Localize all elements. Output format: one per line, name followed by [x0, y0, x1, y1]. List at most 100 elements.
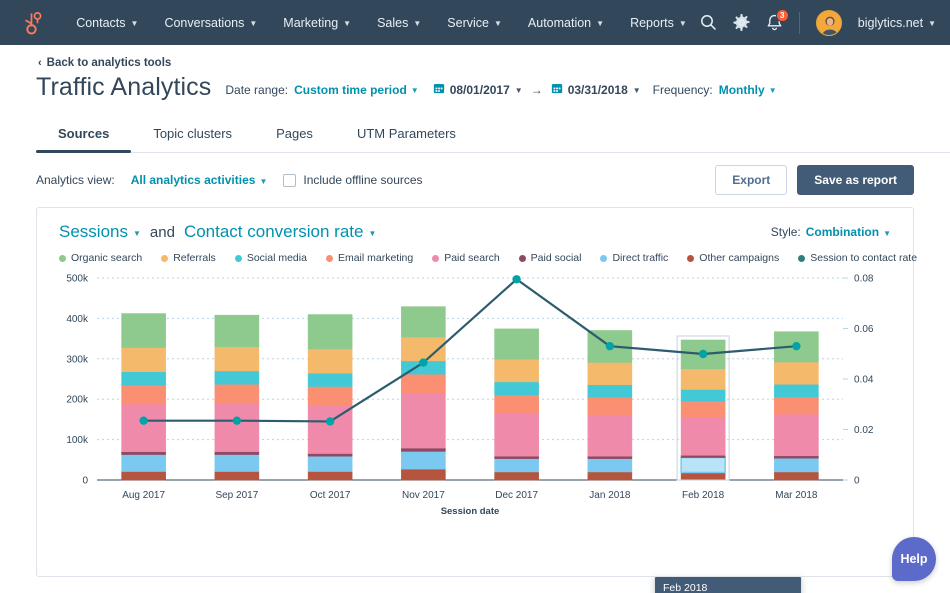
bar-segment[interactable]: [587, 471, 633, 481]
line-data-point[interactable]: [698, 349, 708, 359]
bar-segment[interactable]: [680, 472, 726, 481]
nav-item-sales[interactable]: Sales ▼: [364, 10, 434, 36]
bar-segment[interactable]: [494, 455, 539, 459]
line-data-point[interactable]: [139, 416, 148, 425]
combination-chart[interactable]: 0 100k 200k 300k 400k 500k 0 0.02 0.04 0.06 0.08 Au…: [37, 268, 913, 523]
bar-segment[interactable]: [680, 456, 726, 474]
bar-group[interactable]: [214, 314, 260, 481]
secondary-metric-select[interactable]: Contact conversion rate ▼: [184, 222, 376, 242]
bar-segment[interactable]: [401, 373, 446, 394]
tab-pages[interactable]: Pages: [254, 118, 335, 152]
bar-segment[interactable]: [401, 306, 446, 338]
nav-item-service[interactable]: Service ▼: [434, 10, 515, 36]
bar-segment[interactable]: [494, 381, 539, 396]
bar-segment[interactable]: [214, 346, 260, 372]
bar-segment[interactable]: [307, 348, 353, 374]
bar-group[interactable]: [121, 313, 166, 481]
bar-segment[interactable]: [494, 328, 539, 360]
bar-segment[interactable]: [214, 451, 260, 455]
hubspot-sprocket-icon[interactable]: [14, 11, 49, 35]
bar-segment[interactable]: [307, 386, 353, 406]
bar-segment[interactable]: [214, 471, 260, 481]
bar-segment[interactable]: [121, 371, 166, 386]
legend-item-email-marketing[interactable]: Email marketing: [325, 252, 413, 264]
export-button[interactable]: Export: [715, 165, 788, 195]
bar-segment[interactable]: [494, 471, 539, 481]
bar-segment[interactable]: [401, 451, 446, 470]
bar-segment[interactable]: [587, 414, 633, 457]
avatar[interactable]: [815, 9, 842, 36]
line-data-point[interactable]: [792, 341, 801, 351]
bar-segment[interactable]: [307, 453, 353, 457]
bar-segment[interactable]: [680, 454, 726, 458]
back-to-analytics-tools-link[interactable]: ‹ Back to analytics tools: [38, 57, 171, 69]
legend-item-other-campaigns[interactable]: Other campaigns: [687, 252, 779, 264]
bar-segment[interactable]: [214, 402, 260, 453]
bar-segment[interactable]: [494, 394, 539, 413]
notifications-bell-icon[interactable]: 3: [766, 8, 789, 32]
style-select[interactable]: Combination ▼: [806, 225, 891, 239]
bar-segment[interactable]: [214, 383, 260, 404]
bar-group[interactable]: [587, 330, 633, 481]
bar-segment[interactable]: [587, 384, 633, 398]
bar-segment[interactable]: [494, 458, 539, 473]
bar-segment[interactable]: [587, 455, 633, 459]
end-date-picker[interactable]: 03/31/2018 ▼: [551, 82, 641, 97]
bar-segment[interactable]: [121, 403, 166, 453]
bar-segment[interactable]: [587, 362, 633, 385]
bar-segment[interactable]: [774, 413, 819, 457]
line-data-point[interactable]: [232, 416, 242, 425]
bar-segment[interactable]: [214, 370, 260, 385]
legend-item-paid-social[interactable]: Paid social: [518, 252, 581, 264]
bar-segment[interactable]: [307, 471, 353, 481]
legend-item-referrals[interactable]: Referrals: [161, 252, 216, 264]
analytics-view-select[interactable]: All analytics activities ▼: [131, 173, 268, 187]
include-offline-sources-checkbox[interactable]: Include offline sources: [283, 173, 423, 187]
bar-segment[interactable]: [494, 412, 539, 457]
tab-topic-clusters[interactable]: Topic clusters: [131, 118, 254, 152]
bar-segment[interactable]: [680, 368, 726, 390]
bar-segment[interactable]: [587, 396, 633, 415]
nav-item-conversations[interactable]: Conversations ▼: [151, 10, 270, 36]
tab-utm-parameters[interactable]: UTM Parameters: [335, 118, 478, 152]
frequency-select[interactable]: Monthly ▼: [719, 83, 777, 97]
nav-item-automation[interactable]: Automation ▼: [515, 10, 617, 36]
bar-segment[interactable]: [121, 454, 166, 472]
bar-segment[interactable]: [121, 347, 166, 373]
legend-item-direct-traffic[interactable]: Direct traffic: [600, 252, 668, 264]
bar-segment[interactable]: [214, 454, 260, 472]
bar-segment[interactable]: [121, 471, 166, 481]
bar-segment[interactable]: [774, 383, 819, 398]
bar-group[interactable]: [307, 314, 353, 481]
date-range-select[interactable]: Custom time period ▼: [294, 83, 419, 97]
bar-segment[interactable]: [774, 457, 819, 473]
bar-segment[interactable]: [494, 358, 539, 383]
bar-segment[interactable]: [214, 314, 260, 347]
bar-segment[interactable]: [680, 400, 726, 418]
save-as-report-button[interactable]: Save as report: [797, 165, 914, 195]
bar-segment[interactable]: [774, 471, 819, 481]
tab-sources[interactable]: Sources: [36, 118, 132, 153]
line-data-point[interactable]: [605, 341, 615, 351]
bar-group[interactable]: [494, 328, 539, 481]
legend-item-social-media[interactable]: Social media: [234, 252, 307, 264]
bar-group[interactable]: [401, 306, 446, 481]
bar-segment[interactable]: [401, 468, 446, 481]
start-date-picker[interactable]: 08/01/2017 ▼: [433, 82, 523, 97]
legend-item-paid-search[interactable]: Paid search: [432, 252, 500, 264]
bar-segment[interactable]: [121, 313, 166, 348]
bar-segment[interactable]: [680, 389, 726, 402]
bar-segment[interactable]: [307, 455, 353, 472]
line-data-point[interactable]: [325, 417, 335, 426]
bar-segment[interactable]: [587, 458, 633, 473]
bar-segment[interactable]: [774, 396, 819, 415]
legend-item-organic-search[interactable]: Organic search: [59, 252, 142, 264]
nav-item-reports[interactable]: Reports ▼: [617, 10, 700, 36]
bar-segment[interactable]: [307, 372, 353, 387]
help-button[interactable]: Help: [892, 537, 936, 581]
bar-segment[interactable]: [121, 451, 166, 455]
bar-segment[interactable]: [680, 416, 726, 456]
bar-segment[interactable]: [401, 447, 446, 452]
gear-icon[interactable]: [733, 14, 750, 31]
bar-segment[interactable]: [774, 455, 819, 459]
